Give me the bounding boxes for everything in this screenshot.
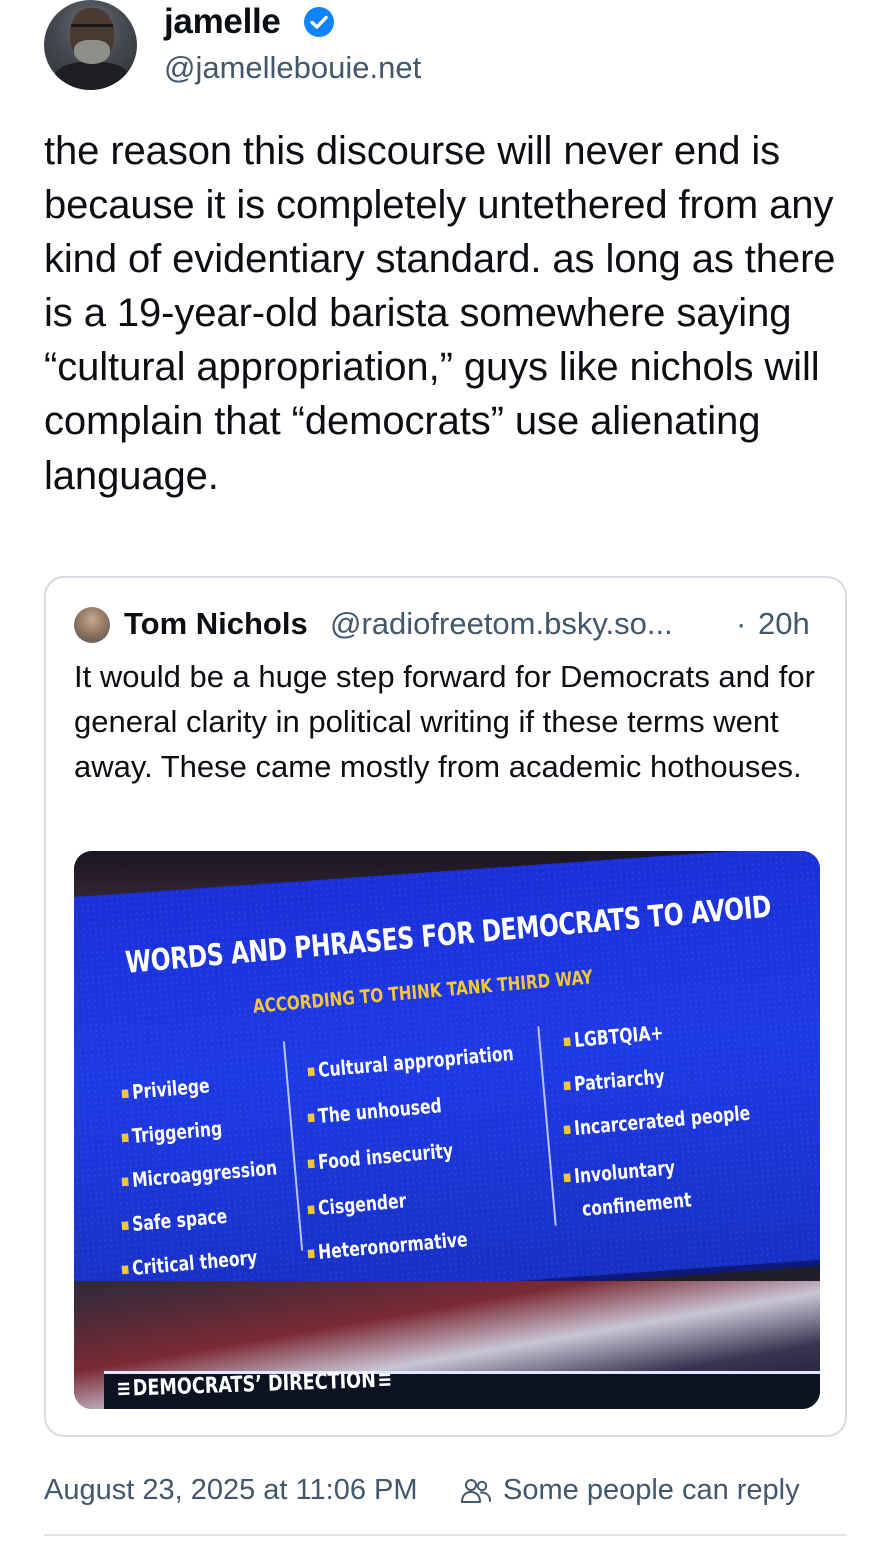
quoted-author-name[interactable]: Tom Nichols — [124, 606, 308, 642]
people-icon — [461, 1479, 491, 1503]
quoted-meta-separator: · — [736, 606, 747, 641]
quoted-author-avatar[interactable] — [74, 607, 110, 643]
post-text: the reason this discourse will never end… — [44, 129, 836, 498]
divider — [44, 1534, 847, 1536]
verified-badge-icon[interactable] — [303, 6, 335, 38]
post-timestamp: August 23, 2025 at 11:06 PM — [44, 1474, 418, 1506]
quoted-post-image[interactable]: WORDS AND PHRASES FOR DEMOCRATS TO AVOID… — [74, 851, 820, 1409]
author-avatar[interactable] — [44, 0, 137, 90]
author-handle[interactable]: @jamellebouie.net — [164, 50, 421, 86]
avatar-glasses — [71, 24, 113, 34]
avatar-beard — [74, 40, 110, 64]
avatar-shirt — [54, 62, 130, 90]
quoted-post-text: It would be a huge step forward for Demo… — [74, 659, 815, 785]
author-display-name[interactable]: jamelle — [164, 2, 281, 42]
quoted-author-handle[interactable]: @radiofreetom.bsky.so... — [330, 606, 673, 642]
quoted-post[interactable]: Tom Nichols @radiofreetom.bsky.so... · 2… — [44, 576, 847, 1437]
reply-setting[interactable]: Some people can reply — [503, 1474, 800, 1507]
quoted-post-time[interactable]: 20h — [758, 606, 810, 642]
